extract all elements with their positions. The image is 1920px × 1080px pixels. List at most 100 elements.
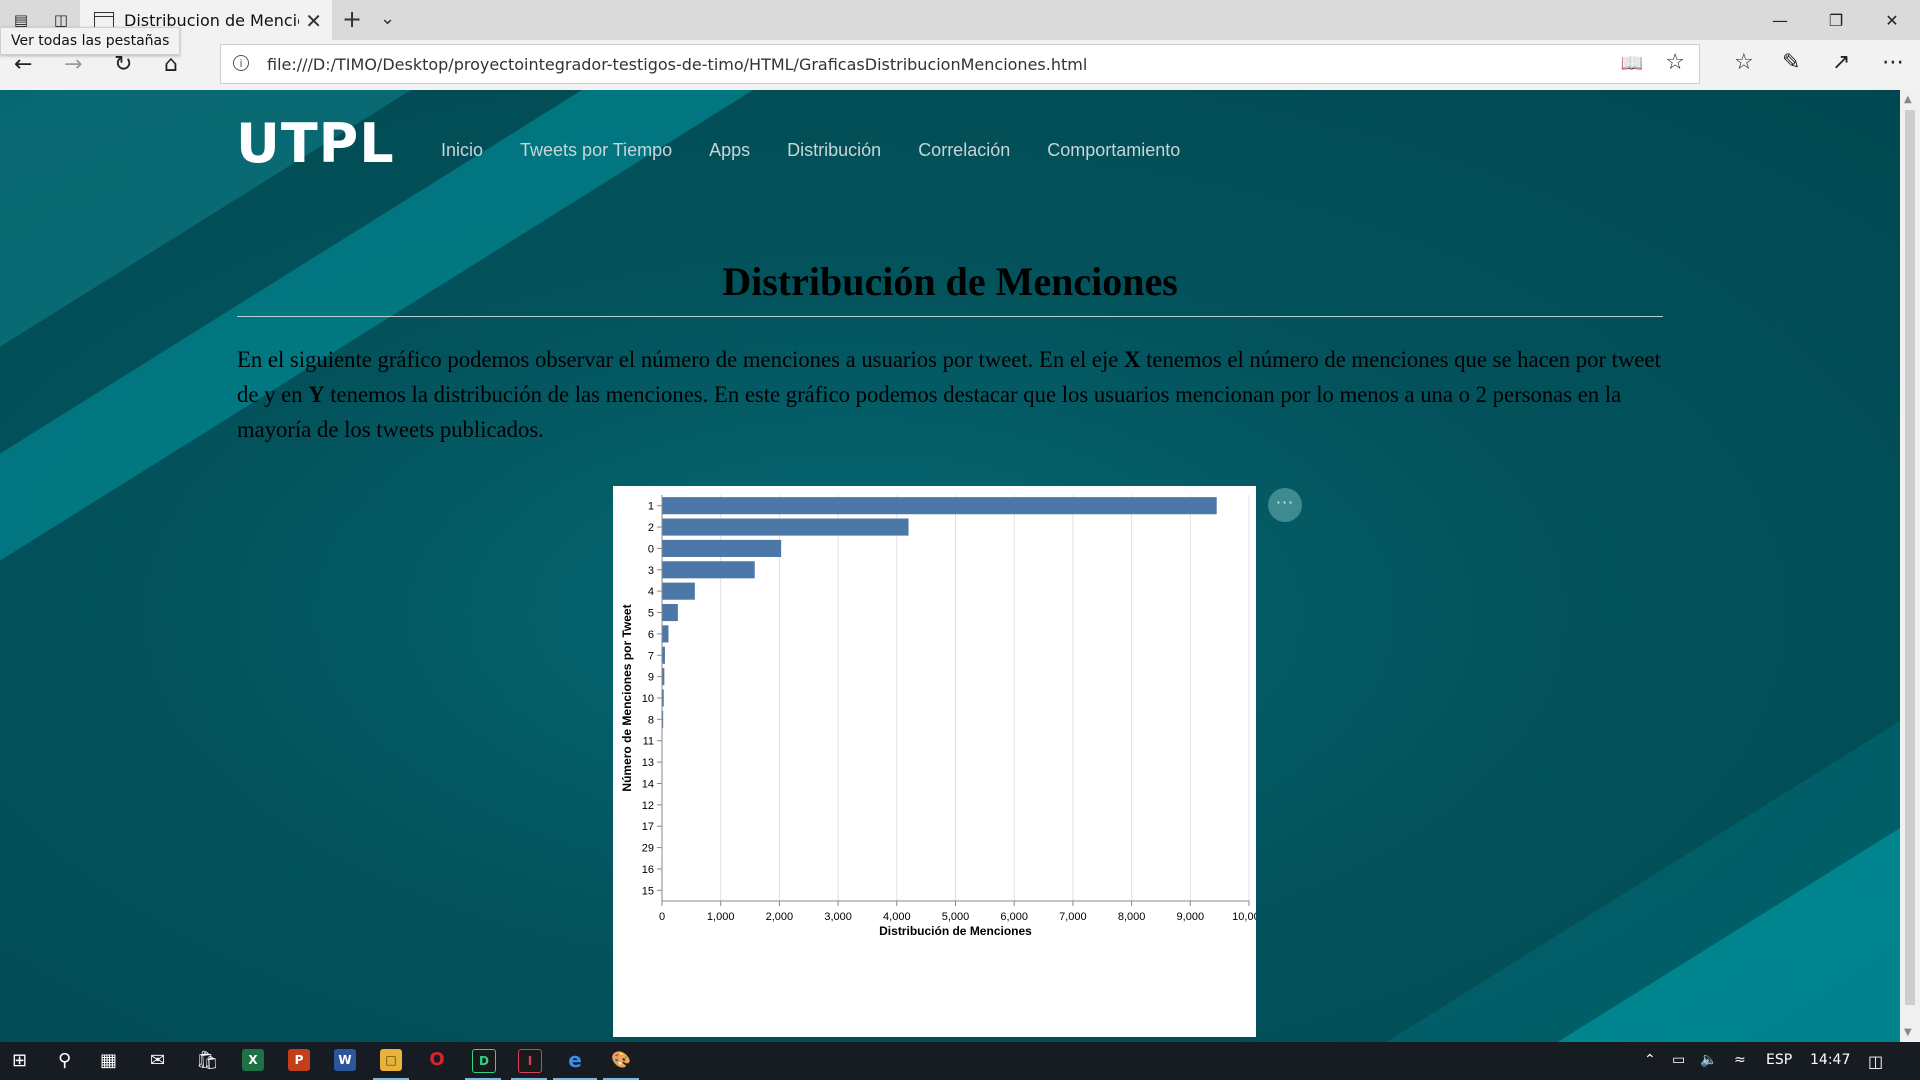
brand-logo[interactable]: UTPL xyxy=(236,112,395,175)
x-tick-label: 9,000 xyxy=(1177,911,1205,923)
share-icon[interactable]: ↗ xyxy=(1832,50,1850,75)
mail-icon[interactable]: ✉ xyxy=(150,1050,165,1071)
refresh-icon[interactable]: ↻ xyxy=(114,52,132,77)
info-icon[interactable]: i xyxy=(233,55,249,71)
favorites-icon[interactable]: ☆ xyxy=(1734,50,1754,75)
store-icon[interactable]: 🛍 xyxy=(196,1050,219,1071)
bar xyxy=(662,603,678,622)
chart-container: 1 2 0 3 4 5 6 7 9 10 8 11 13 14 12 17 29 16 15 0 1,000 2,000 3… xyxy=(613,486,1266,1037)
search-icon[interactable]: ⚲ xyxy=(58,1050,71,1071)
x-tick-label: 0 xyxy=(659,911,665,923)
wifi-icon[interactable]: ≈ xyxy=(1734,1052,1746,1068)
task-view-icon[interactable]: ▦ xyxy=(100,1050,117,1071)
intro-paragraph: En el siguiente gráfico podemos observar… xyxy=(237,342,1667,447)
language-indicator[interactable]: ESP xyxy=(1766,1052,1792,1068)
y-tick-label: 5 xyxy=(648,608,654,620)
opera-icon[interactable]: O xyxy=(426,1049,448,1071)
x-tick-label: 2,000 xyxy=(766,911,794,923)
excel-icon[interactable]: X xyxy=(242,1049,264,1071)
intro-text-1: En el siguiente gráfico podemos observar… xyxy=(237,347,1125,372)
nav-link-distribucion[interactable]: Distribución xyxy=(787,140,881,161)
file-explorer-icon[interactable]: □ xyxy=(380,1049,402,1071)
bar-chart: 12034567910811131412172916150 1,000 2,000 3… xyxy=(620,495,1266,938)
intro-x-label: X xyxy=(1124,347,1141,372)
x-tick-label: 8,000 xyxy=(1118,911,1146,923)
notes-pen-icon[interactable]: ✎ xyxy=(1782,50,1800,75)
x-tick-label: 4,000 xyxy=(883,911,911,923)
edge-icon[interactable]: e xyxy=(564,1049,586,1071)
intellij-icon[interactable]: I xyxy=(518,1049,542,1073)
notifications-icon[interactable]: ◫ xyxy=(1868,1052,1883,1071)
nav-bar: ← → ↻ ⌂ i file:///D:/TIMO/Desktop/proyec… xyxy=(0,40,1920,90)
address-bar[interactable]: i file:///D:/TIMO/Desktop/proyectointegr… xyxy=(220,44,1700,84)
nav-link-tweets-por-tiempo[interactable]: Tweets por Tiempo xyxy=(520,140,672,161)
nav-link-apps[interactable]: Apps xyxy=(709,140,750,161)
page-title: Distribución de Menciones xyxy=(722,259,1178,304)
x-tick-label: 3,000 xyxy=(824,911,852,923)
datagrip-icon[interactable]: D xyxy=(472,1049,496,1073)
tooltip: Ver todas las pestañas xyxy=(0,27,181,55)
forward-icon[interactable]: → xyxy=(64,52,82,77)
chevron-up-icon[interactable]: ⌃ xyxy=(1644,1052,1656,1068)
y-tick-label: 3 xyxy=(648,565,654,577)
nav-link-correlacion[interactable]: Correlación xyxy=(918,140,1010,161)
reading-view-icon[interactable]: 📖 xyxy=(1621,53,1643,74)
y-tick-label: 6 xyxy=(648,629,654,641)
scrollbar-thumb[interactable] xyxy=(1905,110,1915,1005)
scroll-down-icon[interactable]: ▼ xyxy=(1904,1027,1912,1038)
chart-actions-menu[interactable]: ··· xyxy=(1268,488,1302,522)
x-tick-label: 7,000 xyxy=(1059,911,1087,923)
word-icon[interactable]: W xyxy=(334,1049,356,1071)
bar xyxy=(662,625,669,643)
page-viewport: UTPL Inicio Tweets por Tiempo Apps Distr… xyxy=(0,90,1900,1042)
new-tab-icon[interactable]: + xyxy=(342,5,362,33)
home-icon[interactable]: ⌂ xyxy=(164,52,178,77)
close-tab-icon[interactable]: ✕ xyxy=(305,9,322,33)
y-tick-label: 0 xyxy=(648,543,654,555)
url-text[interactable]: file:///D:/TIMO/Desktop/proyectointegrad… xyxy=(267,55,1087,74)
taskbar: ⊞ ⚲ ▦ ✉ 🛍 X P W □ O D I e 🎨 ⌃ ▭ 🔈 ≈ ESP … xyxy=(0,1042,1920,1080)
restore-icon[interactable]: ❐ xyxy=(1808,0,1864,40)
scroll-up-icon[interactable]: ▲ xyxy=(1904,94,1912,105)
intro-text-3: tenemos la distribución de las menciones… xyxy=(237,382,1622,442)
site-nav: Inicio Tweets por Tiempo Apps Distribuci… xyxy=(441,140,1180,161)
y-tick-label: 14 xyxy=(642,778,654,790)
y-tick-label: 9 xyxy=(648,672,654,684)
y-axis-title: Número de Menciones por Tweet xyxy=(620,604,634,791)
x-axis-title: Distribución de Menciones xyxy=(879,924,1032,938)
title-divider xyxy=(237,316,1663,317)
y-tick-label: 7 xyxy=(648,650,654,662)
x-tick-label: 5,000 xyxy=(942,911,970,923)
bar xyxy=(662,561,755,579)
more-icon[interactable]: ⋯ xyxy=(1882,50,1904,75)
y-tick-label: 13 xyxy=(642,757,654,769)
chevron-down-icon[interactable]: ⌄ xyxy=(380,8,395,29)
scrollbar[interactable]: ▲ ▼ xyxy=(1900,90,1920,1042)
windows-start-icon[interactable]: ⊞ xyxy=(12,1050,27,1071)
back-icon[interactable]: ← xyxy=(14,52,32,77)
close-window-icon[interactable]: ✕ xyxy=(1864,0,1920,40)
nav-link-comportamiento[interactable]: Comportamiento xyxy=(1047,140,1180,161)
paint-icon[interactable]: 🎨 xyxy=(610,1049,632,1071)
battery-icon[interactable]: ▭ xyxy=(1672,1052,1685,1068)
favorite-star-icon[interactable]: ☆ xyxy=(1665,50,1685,75)
bar xyxy=(662,539,782,557)
y-tick-label: 8 xyxy=(648,714,654,726)
powerpoint-icon[interactable]: P xyxy=(288,1049,310,1071)
bar xyxy=(662,518,909,536)
intro-y-label: Y xyxy=(308,382,325,407)
y-tick-label: 11 xyxy=(643,736,654,748)
x-tick-label: 6,000 xyxy=(1000,911,1028,923)
y-tick-label: 29 xyxy=(642,843,654,855)
y-tick-label: 16 xyxy=(642,864,654,876)
minimize-icon[interactable]: — xyxy=(1752,0,1808,40)
x-tick-label: 1,000 xyxy=(707,911,735,923)
clock[interactable]: 14:47 xyxy=(1810,1052,1850,1068)
bar xyxy=(662,582,695,600)
y-tick-label: 1 xyxy=(648,501,654,513)
y-tick-label: 12 xyxy=(642,800,654,812)
nav-link-inicio[interactable]: Inicio xyxy=(441,140,483,161)
y-tick-label: 10 xyxy=(642,693,654,705)
volume-icon[interactable]: 🔈 xyxy=(1700,1052,1717,1068)
tab-bar: ▤ ◫ Distribucion de Mencio ✕ + ⌄ — ❐ ✕ xyxy=(0,0,1920,40)
